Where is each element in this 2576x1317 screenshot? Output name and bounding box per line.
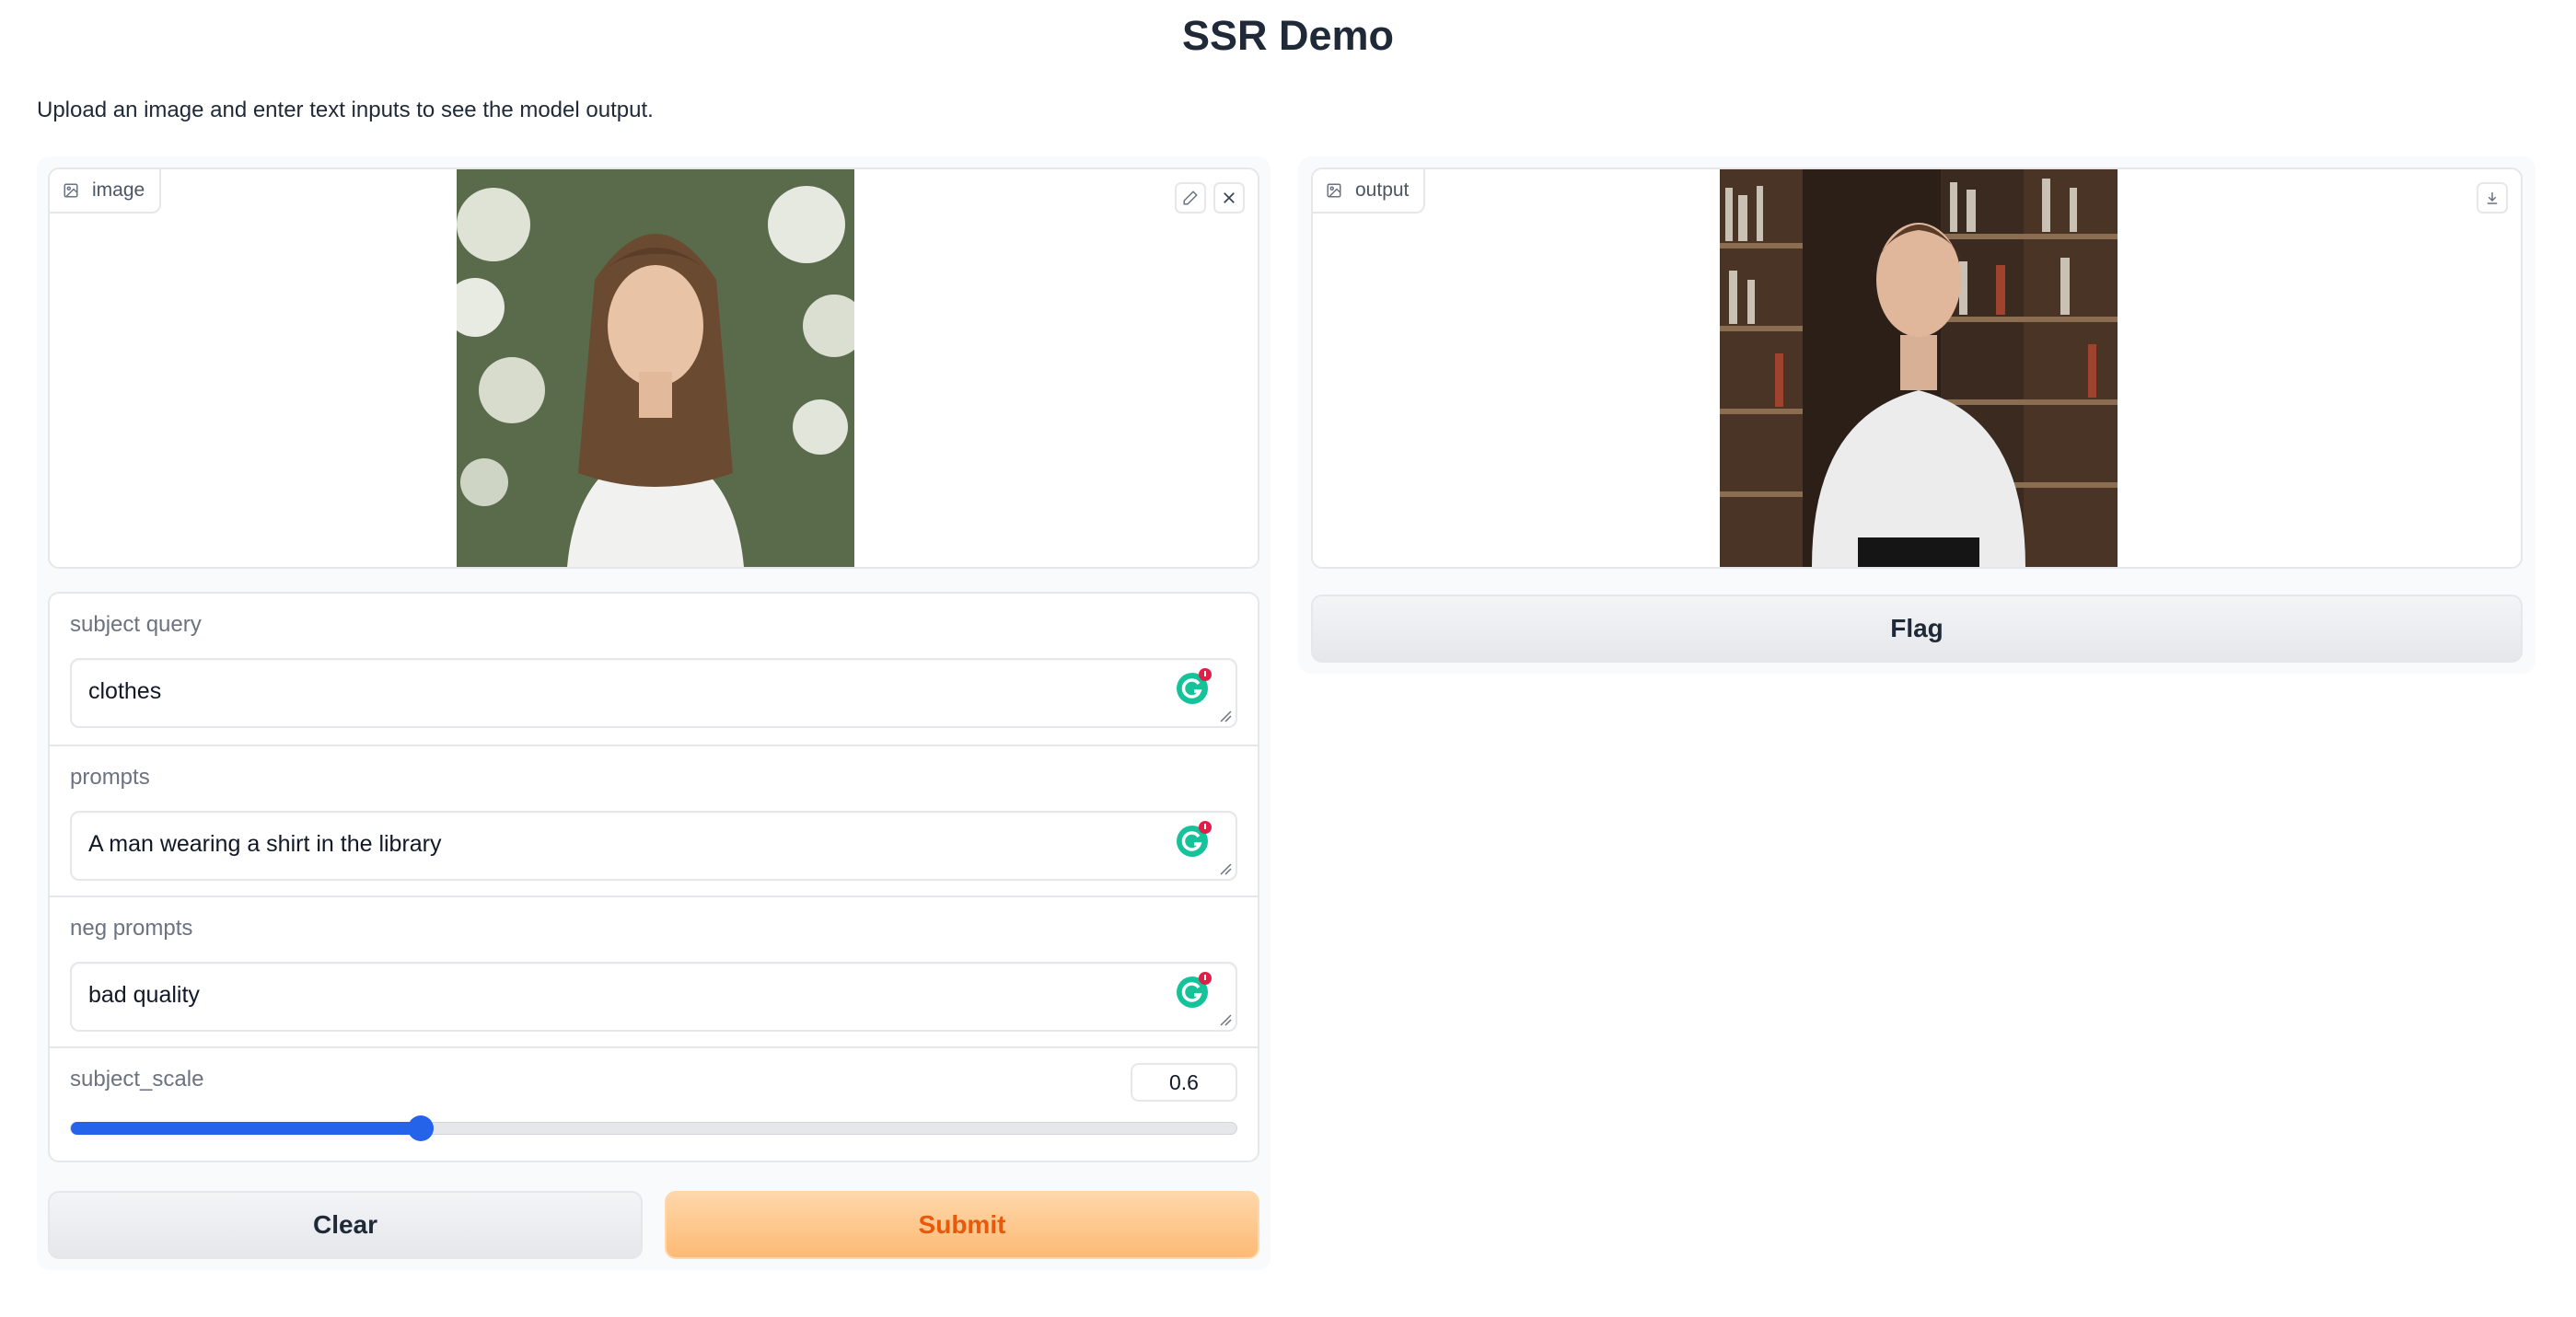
subject-scale-label: subject_scale — [70, 1067, 204, 1092]
neg-prompts-input[interactable]: bad quality — [70, 962, 1237, 1032]
grammarly-icon[interactable] — [1175, 971, 1213, 1010]
subject-query-input[interactable]: clothes — [70, 658, 1237, 728]
slider-fill — [71, 1122, 421, 1135]
edit-button[interactable] — [1175, 182, 1206, 214]
clear-image-button[interactable] — [1213, 182, 1245, 214]
subject-query-label: subject query — [70, 612, 202, 637]
subject-scale-number-input[interactable]: 0.6 — [1131, 1063, 1237, 1102]
prompts-label: prompts — [70, 765, 150, 790]
image-icon — [1327, 183, 1341, 198]
output-image-card: output — [1311, 168, 2523, 569]
submit-button[interactable]: Submit — [665, 1191, 1259, 1259]
page-description: Upload an image and enter text inputs to… — [37, 98, 654, 122]
close-icon — [1224, 192, 1235, 203]
edit-icon — [1183, 191, 1198, 205]
grammarly-icon[interactable] — [1175, 667, 1213, 706]
resize-handle-icon[interactable] — [1219, 1013, 1232, 1026]
neg-prompts-field: neg prompts bad quality — [50, 895, 1258, 1046]
download-button[interactable] — [2477, 182, 2508, 214]
slider-thumb[interactable] — [407, 1115, 434, 1141]
output-image — [1720, 169, 2118, 567]
output-label-tag: output — [1313, 169, 1426, 214]
input-image — [457, 169, 854, 567]
subject-query-value: clothes — [88, 678, 162, 704]
image-label: image — [92, 179, 145, 201]
clear-button[interactable]: Clear — [48, 1191, 643, 1259]
text-inputs-form: subject query clothes prompts A man wear… — [48, 592, 1259, 1162]
page-title: SSR Demo — [1181, 12, 1395, 59]
prompts-field: prompts A man wearing a shirt in the lib… — [50, 745, 1258, 895]
neg-prompts-label: neg prompts — [70, 916, 193, 941]
resize-handle-icon[interactable] — [1219, 862, 1232, 875]
subject-query-field: subject query clothes — [50, 594, 1258, 745]
grammarly-icon[interactable] — [1175, 820, 1213, 859]
neg-prompts-value: bad quality — [88, 982, 200, 1008]
resize-handle-icon[interactable] — [1219, 710, 1232, 722]
download-icon — [2487, 192, 2498, 204]
image-label-tag: image — [50, 169, 162, 214]
image-icon — [64, 183, 78, 198]
subject-scale-slider[interactable] — [70, 1115, 1237, 1141]
prompts-input[interactable]: A man wearing a shirt in the library — [70, 811, 1237, 881]
output-label: output — [1355, 179, 1410, 201]
flag-button[interactable]: Flag — [1311, 595, 2523, 663]
image-upload[interactable]: image — [48, 168, 1259, 569]
prompts-value: A man wearing a shirt in the library — [88, 831, 442, 857]
subject-scale-field: subject_scale 0.6 — [50, 1046, 1258, 1161]
